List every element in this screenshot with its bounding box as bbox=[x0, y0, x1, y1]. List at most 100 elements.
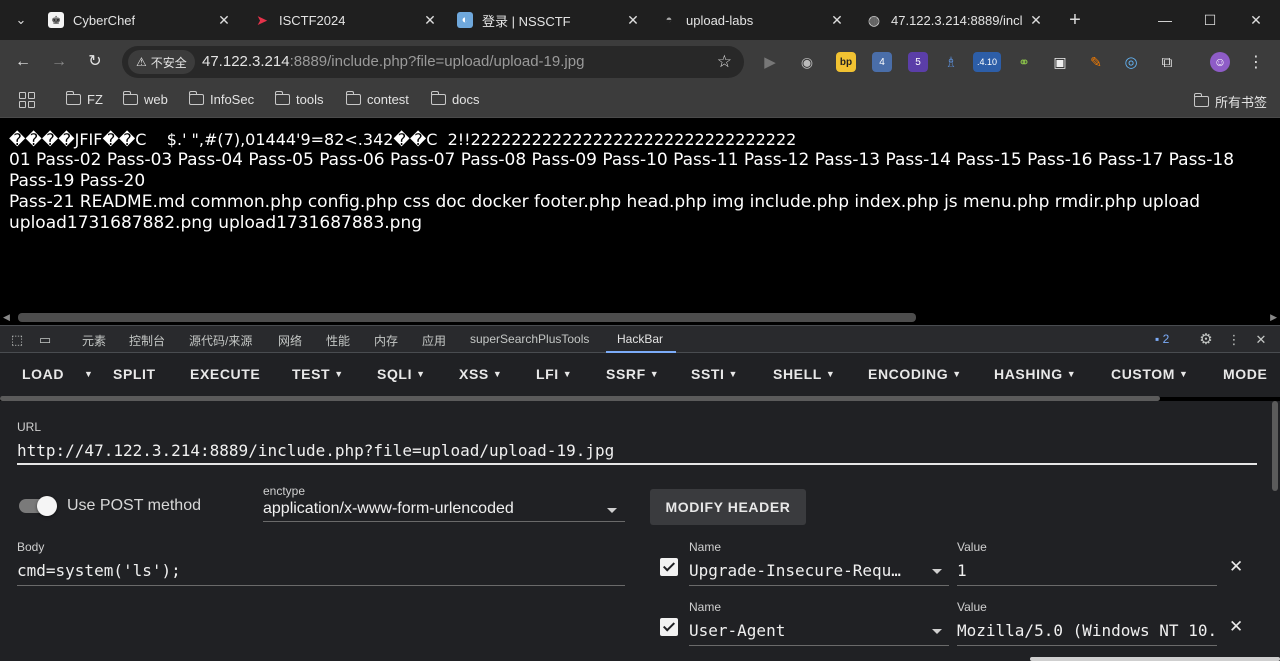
close-tab-icon[interactable]: ✕ bbox=[214, 10, 234, 30]
panel-resize-handle[interactable] bbox=[1030, 657, 1280, 661]
profile-avatar[interactable]: ☺ bbox=[1210, 52, 1230, 72]
scroll-right-icon[interactable]: ▶ bbox=[1270, 312, 1277, 323]
devtools-tab-supersearch[interactable]: superSearchPlusTools bbox=[470, 332, 589, 346]
close-devtools-icon[interactable]: ✕ bbox=[1253, 332, 1269, 348]
close-tab-icon[interactable]: ✕ bbox=[420, 10, 440, 30]
bookmark-star-icon[interactable]: ☆ bbox=[717, 52, 732, 72]
close-tab-icon[interactable]: ✕ bbox=[827, 10, 847, 30]
bookmark-folder-fz[interactable]: FZ bbox=[66, 92, 103, 107]
enctype-label: enctype bbox=[263, 484, 305, 498]
dropdown-arrow-icon[interactable] bbox=[932, 569, 942, 574]
shell-menu-button[interactable]: SHELL ▼ bbox=[773, 366, 835, 382]
burp-extension-icon[interactable]: bp bbox=[836, 52, 856, 72]
globe-icon: ◍ bbox=[866, 12, 882, 28]
maximize-button[interactable]: ☐ bbox=[1198, 8, 1222, 32]
execute-button[interactable]: EXECUTE bbox=[190, 366, 260, 382]
horizontal-scrollbar[interactable]: ◀ ▶ bbox=[0, 310, 1280, 324]
tab-include-php[interactable]: ◍ 47.122.3.214:8889/inclu ✕ bbox=[866, 4, 1046, 36]
tab-upload-labs[interactable]: ◓ upload-labs ✕ bbox=[661, 4, 847, 36]
ssti-menu-button[interactable]: SSTI ▼ bbox=[691, 366, 738, 382]
tab-isctf[interactable]: ➤ ISCTF2024 ✕ bbox=[254, 4, 440, 36]
tab-search-chevron-icon[interactable]: ⌄ bbox=[10, 10, 32, 30]
header-value-input[interactable]: Mozilla/5.0 (Windows NT 10. bbox=[957, 621, 1219, 640]
header-name-underline bbox=[689, 645, 949, 646]
split-button[interactable]: SPLIT bbox=[113, 366, 156, 382]
url-input[interactable]: http://47.122.3.214:8889/include.php?fil… bbox=[17, 441, 1257, 460]
scrollbar-thumb[interactable] bbox=[18, 313, 916, 322]
xss-menu-button[interactable]: XSS ▼ bbox=[459, 366, 502, 382]
load-dropdown-button[interactable]: ▼ bbox=[80, 366, 94, 382]
extension-badge-4-icon[interactable]: 4 bbox=[872, 52, 892, 72]
remove-header-icon[interactable]: ✕ bbox=[1229, 557, 1243, 577]
spy-glasses-icon[interactable]: ◉ bbox=[797, 52, 817, 72]
devtools-tab-console[interactable]: 控制台 bbox=[129, 332, 165, 349]
test-menu-button[interactable]: TEST ▼ bbox=[292, 366, 344, 382]
dropdown-arrow-icon[interactable] bbox=[932, 629, 942, 634]
address-bar[interactable]: ⚠ 不安全 47.122.3.214:8889/include.php?file… bbox=[122, 46, 744, 78]
sqli-menu-button[interactable]: SQLI ▼ bbox=[377, 366, 426, 382]
modify-header-button[interactable]: MODIFY HEADER bbox=[650, 489, 806, 525]
link-extension-icon[interactable]: ⚭ bbox=[1014, 52, 1034, 72]
security-chip[interactable]: ⚠ 不安全 bbox=[128, 50, 195, 74]
devtools-tab-hackbar[interactable]: HackBar bbox=[617, 332, 663, 346]
devtools-more-icon[interactable]: ⋮ bbox=[1226, 332, 1242, 348]
post-method-toggle[interactable] bbox=[19, 497, 57, 515]
minimize-button[interactable]: — bbox=[1153, 8, 1177, 32]
inspect-element-icon[interactable]: ⬚ bbox=[9, 332, 25, 348]
kebab-menu-icon[interactable]: ⋮ bbox=[1246, 52, 1266, 72]
header-enable-checkbox[interactable] bbox=[660, 558, 678, 576]
bookmark-folder-infosec[interactable]: InfoSec bbox=[189, 92, 254, 107]
enctype-select[interactable]: application/x-www-form-urlencoded bbox=[263, 500, 593, 518]
folder-icon bbox=[123, 94, 138, 105]
remove-header-icon[interactable]: ✕ bbox=[1229, 617, 1243, 637]
extension-version-icon[interactable]: .4.10 bbox=[973, 52, 1001, 72]
encoding-menu-button[interactable]: ENCODING ▼ bbox=[868, 366, 962, 382]
header-value-input[interactable]: 1 bbox=[957, 561, 1215, 580]
header-name-input[interactable]: Upgrade-Insecure-Requ… bbox=[689, 561, 917, 580]
custom-menu-button[interactable]: CUSTOM ▼ bbox=[1111, 366, 1189, 382]
close-tab-icon[interactable]: ✕ bbox=[1026, 10, 1046, 30]
back-arrow-icon[interactable]: ← bbox=[11, 50, 35, 74]
close-window-button[interactable]: ✕ bbox=[1244, 8, 1268, 32]
bookmark-folder-web[interactable]: web bbox=[123, 92, 168, 107]
bookmark-folder-tools[interactable]: tools bbox=[275, 92, 323, 107]
issues-badge[interactable]: ▪ 2 bbox=[1155, 332, 1169, 346]
header-enable-checkbox[interactable] bbox=[660, 618, 678, 636]
lfi-menu-button[interactable]: LFI ▼ bbox=[536, 366, 572, 382]
devtools-tab-sources[interactable]: 源代码/来源 bbox=[189, 332, 252, 349]
bookmark-folder-docs[interactable]: docs bbox=[431, 92, 479, 107]
dropdown-arrow-icon[interactable] bbox=[607, 508, 617, 513]
hashing-menu-button[interactable]: HASHING ▼ bbox=[994, 366, 1076, 382]
bookmark-folder-contest[interactable]: contest bbox=[346, 92, 409, 107]
url-text[interactable]: 47.122.3.214:8889/include.php?file=uploa… bbox=[202, 53, 584, 70]
apps-grid-icon[interactable] bbox=[19, 92, 35, 108]
body-input[interactable]: cmd=system('ls'); bbox=[17, 561, 617, 580]
load-button[interactable]: LOAD bbox=[22, 366, 64, 382]
pen-extension-icon[interactable]: ✎ bbox=[1086, 52, 1106, 72]
devtools-tab-network[interactable]: 网络 bbox=[278, 332, 302, 349]
circle-extension-icon[interactable]: ◎ bbox=[1121, 52, 1141, 72]
settings-gear-icon[interactable]: ⚙ bbox=[1198, 332, 1214, 348]
mode-button[interactable]: MODE bbox=[1223, 366, 1267, 382]
extensions-puzzle-icon[interactable]: ⧉ bbox=[1157, 52, 1177, 72]
hackbar-vertical-scrollbar[interactable] bbox=[1272, 401, 1278, 491]
tab-nssctf[interactable]: ◐ 登录 | NSSCTF ✕ bbox=[457, 4, 643, 36]
play-icon[interactable]: ▶ bbox=[760, 52, 780, 72]
devtools-tab-application[interactable]: 应用 bbox=[422, 332, 446, 349]
close-tab-icon[interactable]: ✕ bbox=[623, 10, 643, 30]
new-tab-button[interactable]: + bbox=[1064, 9, 1086, 31]
devtools-tab-elements[interactable]: 元素 bbox=[82, 332, 106, 349]
devtools-tab-performance[interactable]: 性能 bbox=[326, 332, 350, 349]
devtools-tab-memory[interactable]: 内存 bbox=[374, 332, 398, 349]
forward-arrow-icon[interactable]: → bbox=[47, 50, 71, 74]
ssrf-menu-button[interactable]: SSRF ▼ bbox=[606, 366, 659, 382]
all-bookmarks[interactable]: 所有书签 bbox=[1194, 92, 1267, 111]
wappalyzer-icon[interactable]: ♗ bbox=[941, 52, 961, 72]
header-name-input[interactable]: User-Agent bbox=[689, 621, 917, 640]
device-toolbar-icon[interactable]: ▭ bbox=[37, 332, 53, 348]
extension-badge-5-icon[interactable]: 5 bbox=[908, 52, 928, 72]
reload-icon[interactable]: ↻ bbox=[83, 50, 107, 74]
scroll-left-icon[interactable]: ◀ bbox=[3, 312, 10, 323]
tab-cyberchef[interactable]: ♚ CyberChef ✕ bbox=[48, 4, 234, 36]
clipboard-extension-icon[interactable]: ▣ bbox=[1050, 52, 1070, 72]
